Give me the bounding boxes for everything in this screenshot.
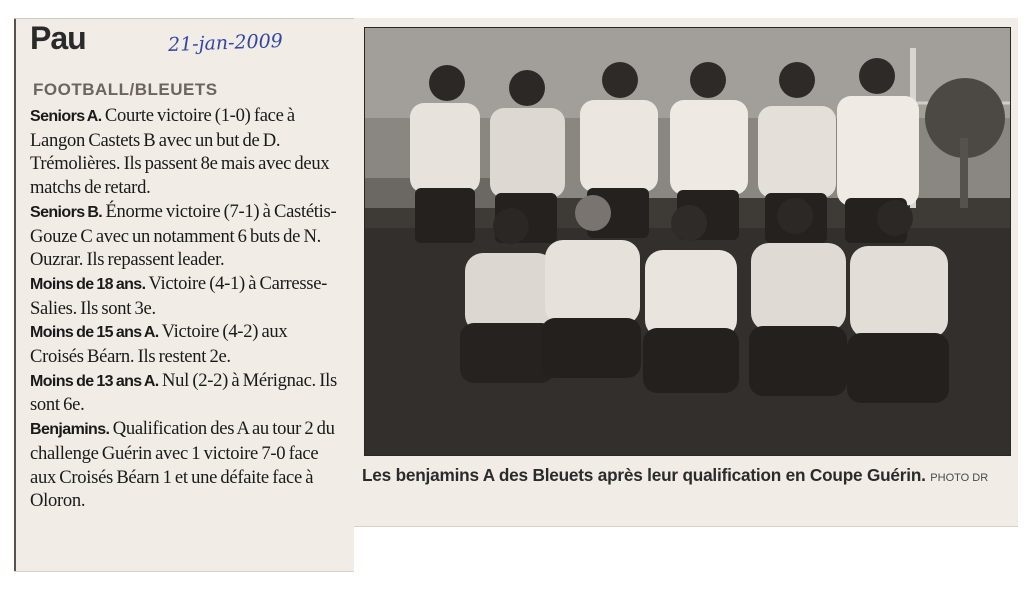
column-rule <box>14 19 16 571</box>
paragraph-benjamins: Benjamins. Qualification des A au tour 2… <box>30 417 340 513</box>
page-title: Pau <box>30 20 87 56</box>
team-photo-illustration <box>365 28 1010 455</box>
team-photo <box>364 27 1011 456</box>
paragraph-lead: Seniors A. <box>30 108 102 125</box>
paragraph-seniors-b: Seniors B. Énorme victoire (7-1) à Casté… <box>30 200 340 272</box>
paragraph-lead: Benjamins. <box>30 421 110 439</box>
paragraph-lead: Moins de 13 ans A. <box>30 372 159 390</box>
article-body: Seniors A. Courte victoire (1-0) face à … <box>30 104 340 513</box>
photo-caption: Les benjamins A des Bleuets après leur q… <box>362 463 1002 490</box>
caption-text: Les benjamins A des Bleuets après leur q… <box>362 465 926 485</box>
paragraph-moins-15: Moins de 15 ans A. Victoire (4-2) aux Cr… <box>30 320 340 368</box>
paragraph-seniors-a: Seniors A. Courte victoire (1-0) face à … <box>30 104 340 200</box>
photo-credit: PHOTO DR <box>930 472 989 484</box>
section-label: FOOTBALL/BLEUETS <box>33 80 218 99</box>
handwritten-date: 21-jan-2009 <box>167 30 284 56</box>
paragraph-lead: Moins de 18 ans. <box>30 275 146 293</box>
paragraph-lead: Seniors B. <box>30 203 103 221</box>
paragraph-moins-13: Moins de 13 ans A. Nul (2-2) à Mérignac.… <box>30 369 340 417</box>
paragraph-lead: Moins de 15 ans A. <box>30 324 159 342</box>
paragraph-moins-18: Moins de 18 ans. Victoire (4-1) à Carres… <box>30 272 340 320</box>
